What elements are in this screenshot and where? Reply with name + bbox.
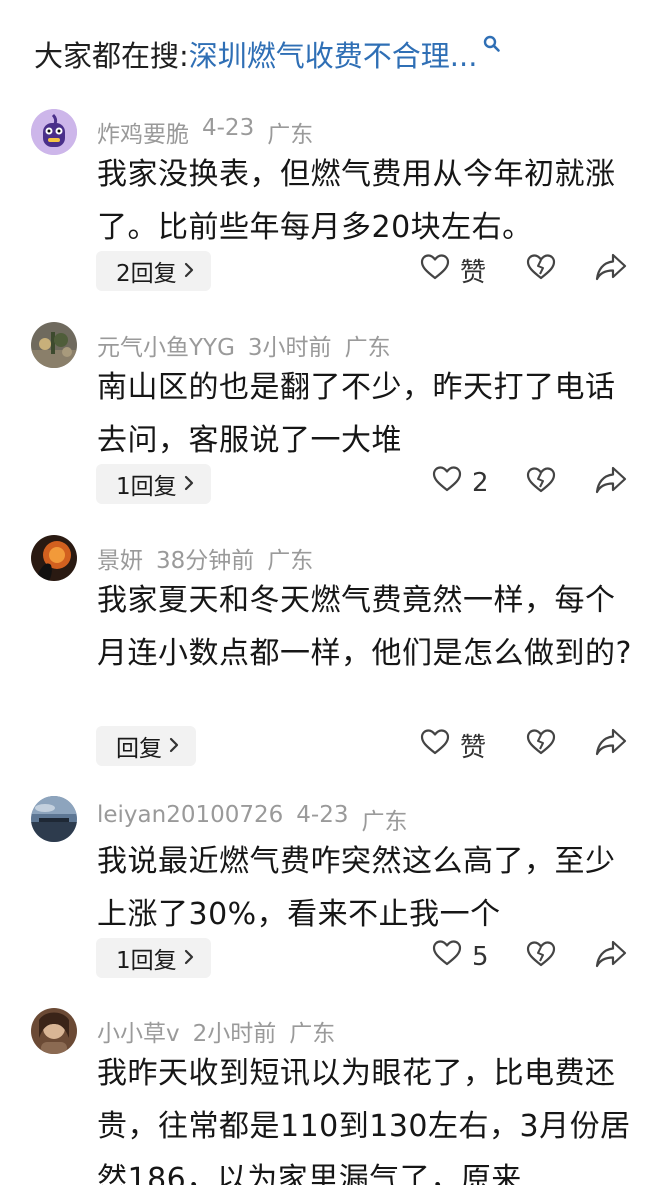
avatar[interactable] xyxy=(31,322,77,368)
search-icon[interactable] xyxy=(483,26,501,60)
search-query-link[interactable]: 深圳燃气收费不合理... xyxy=(189,33,478,75)
share-arrow-icon xyxy=(594,466,628,499)
broken-heart-icon xyxy=(526,729,556,761)
like-label: 赞 xyxy=(460,733,487,763)
share-button[interactable] xyxy=(594,465,628,499)
avatar[interactable] xyxy=(31,796,77,842)
like-button[interactable]: 赞 xyxy=(420,727,486,764)
like-count: 2 xyxy=(472,467,489,498)
comment-time: 38分钟前 xyxy=(156,548,255,574)
comment-meta: 炸鸡要脆 4-23 广东 xyxy=(97,115,313,149)
share-button[interactable] xyxy=(594,252,628,286)
avatar[interactable] xyxy=(31,109,77,155)
avatar[interactable] xyxy=(31,535,77,581)
comment-location: 广东 xyxy=(289,1021,336,1047)
comment-actions: 赞 xyxy=(0,252,660,292)
comment-location: 广东 xyxy=(267,548,314,574)
broken-heart-icon xyxy=(526,254,556,286)
share-button[interactable] xyxy=(594,939,628,973)
heart-outline-icon xyxy=(432,939,462,974)
comment-actions: 5 xyxy=(0,939,660,979)
search-suggestion-bar[interactable]: 大家都在搜: 深圳燃气收费不合理... xyxy=(34,30,501,78)
dislike-button[interactable] xyxy=(526,727,556,761)
dislike-button[interactable] xyxy=(526,252,556,286)
username[interactable]: 炸鸡要脆 xyxy=(97,115,189,149)
heart-outline-icon xyxy=(420,728,450,763)
comment-time: 4-23 xyxy=(296,802,349,828)
dislike-button[interactable] xyxy=(526,465,556,499)
search-prefix-label: 大家都在搜: xyxy=(34,39,189,73)
comment-location: 广东 xyxy=(361,809,408,835)
username[interactable]: 景妍 xyxy=(97,541,143,575)
broken-heart-icon xyxy=(526,941,556,973)
comment-meta: 元气小鱼YYG 3小时前 广东 xyxy=(97,328,391,362)
username[interactable]: 元气小鱼YYG xyxy=(97,328,235,362)
username[interactable]: 小小草v xyxy=(97,1014,180,1048)
comment-text: 南山区的也是翻了不少，昨天打了电话去问，客服说了一大堆 xyxy=(97,370,616,458)
share-arrow-icon xyxy=(594,940,628,973)
comment-text: 我说最近燃气费咋突然这么高了，至少上涨了30%，看来不止我一个 xyxy=(97,844,616,932)
comment-text: 我家夏天和冬天燃气费竟然一样，每个月连小数点都一样，他们是怎么做到的? xyxy=(97,583,632,671)
comment-time: 2小时前 xyxy=(192,1021,277,1047)
comment-meta: 景妍 38分钟前 广东 xyxy=(97,541,313,575)
share-arrow-icon xyxy=(594,728,628,761)
comment-text: 我昨天收到短讯以为眼花了，比电费还贵，往常都是110到130左右，3月份居然18… xyxy=(97,1056,631,1185)
comment-time: 4-23 xyxy=(202,115,255,141)
heart-outline-icon xyxy=(432,465,462,500)
share-arrow-icon xyxy=(594,253,628,286)
like-count: 5 xyxy=(472,941,489,972)
comment-actions: 2 xyxy=(0,465,660,505)
dislike-button[interactable] xyxy=(526,939,556,973)
like-button[interactable]: 2 xyxy=(432,465,489,500)
share-button[interactable] xyxy=(594,727,628,761)
comment-meta: 小小草v 2小时前 广东 xyxy=(97,1014,335,1048)
like-button[interactable]: 赞 xyxy=(420,252,486,289)
comment-location: 广东 xyxy=(267,122,314,148)
comment-text: 我家没换表，但燃气费用从今年初就涨了。比前些年每月多20块左右。 xyxy=(97,157,616,245)
comment-actions: 赞 xyxy=(0,727,660,767)
broken-heart-icon xyxy=(526,467,556,499)
comment-meta: leiyan20100726 4-23 广东 xyxy=(97,802,407,836)
comment-time: 3小时前 xyxy=(247,335,332,361)
like-label: 赞 xyxy=(460,258,487,288)
heart-outline-icon xyxy=(420,253,450,288)
comment-location: 广东 xyxy=(344,335,391,361)
avatar[interactable] xyxy=(31,1008,77,1054)
like-button[interactable]: 5 xyxy=(432,939,489,974)
username[interactable]: leiyan20100726 xyxy=(97,802,283,836)
